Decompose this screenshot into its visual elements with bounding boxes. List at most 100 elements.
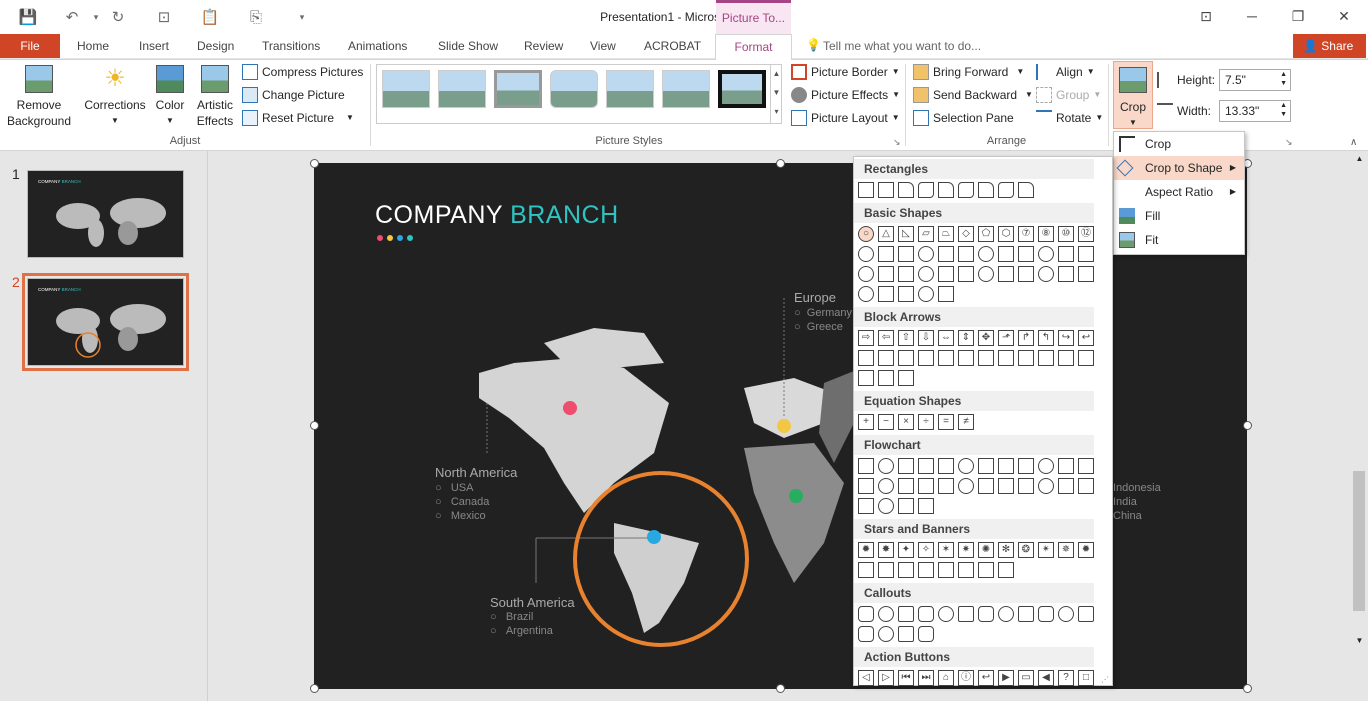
shape-option[interactable] [998,478,1014,494]
shape-option[interactable] [878,246,894,262]
shape-option[interactable] [898,370,914,386]
shape-option[interactable] [898,286,914,302]
picture-border-button[interactable]: Picture Border ▼ [791,62,900,82]
tab-animations[interactable]: Animations [348,34,407,58]
shape-option[interactable] [858,286,874,302]
shape-option[interactable] [978,182,994,198]
shape-option[interactable]: □ [1078,670,1094,686]
shape-option[interactable] [938,266,954,282]
picture-style-2[interactable] [438,70,486,108]
shape-option[interactable] [898,182,914,198]
shape-option[interactable] [1078,606,1094,622]
height-input[interactable]: 7.5" ▲ ▼ [1219,69,1291,91]
shape-option[interactable] [878,458,894,474]
shape-option[interactable] [1038,350,1054,366]
shape-option[interactable] [958,246,974,262]
shape-option[interactable]: ⇩ [918,330,934,346]
tab-insert[interactable]: Insert [139,34,169,58]
shape-option[interactable]: ↪ [1058,330,1074,346]
shape-option[interactable]: ⇧ [898,330,914,346]
shape-option[interactable]: ⬡ [998,226,1014,242]
shape-option[interactable] [958,350,974,366]
compress-pictures-button[interactable]: Compress Pictures [242,62,363,82]
shape-option[interactable]: ↱ [1018,330,1034,346]
shape-option[interactable] [1058,246,1074,262]
shape-option[interactable]: ▶ [998,670,1014,686]
shape-option[interactable] [918,458,934,474]
shape-option[interactable] [1078,266,1094,282]
shape-option[interactable] [1018,350,1034,366]
selection-pane-button[interactable]: Selection Pane [913,108,1014,128]
shape-option[interactable] [1058,458,1074,474]
shape-option[interactable] [918,478,934,494]
shape-option[interactable] [918,350,934,366]
shape-option[interactable]: △ [878,226,894,242]
tab-design[interactable]: Design [197,34,234,58]
shape-option[interactable]: ❂ [1018,542,1034,558]
scroll-thumb[interactable] [1353,471,1365,611]
shape-option[interactable]: ○ [858,226,874,242]
reset-picture-button[interactable]: Reset Picture ▼ [242,108,354,128]
shape-option[interactable] [978,266,994,282]
tab-view[interactable]: View [590,34,616,58]
shape-option[interactable] [858,350,874,366]
shape-option[interactable] [898,498,914,514]
shape-option[interactable] [998,350,1014,366]
shape-option[interactable] [978,562,994,578]
shape-option[interactable] [918,246,934,262]
resize-handle-left[interactable] [310,421,319,430]
rotate-button[interactable]: Rotate ▼ [1036,108,1103,128]
shape-option[interactable]: = [938,414,954,430]
shape-option[interactable]: ⇔ [938,330,954,346]
shape-option[interactable] [858,478,874,494]
dialog-launcher-icon[interactable]: ↘ [893,137,901,148]
picture-style-5[interactable] [606,70,654,108]
shape-option[interactable]: ✻ [998,542,1014,558]
gallery-down-icon[interactable]: ▼ [771,83,782,102]
shape-option[interactable]: ? [1058,670,1074,686]
shape-option[interactable]: ⑫ [1078,226,1094,242]
shape-option[interactable] [1018,478,1034,494]
shape-option[interactable] [918,182,934,198]
shape-option[interactable]: ↩ [978,670,994,686]
shape-option[interactable] [958,182,974,198]
shape-option[interactable]: + [858,414,874,430]
shape-option[interactable]: ⌂ [938,670,954,686]
shape-option[interactable]: ⑧ [1038,226,1054,242]
vertical-scrollbar[interactable]: ▲ ▼ [1351,151,1368,701]
shape-option[interactable] [978,478,994,494]
gallery-scroll[interactable]: ▲ ▼ ▾ [770,64,782,124]
shape-option[interactable] [878,626,894,642]
shape-option[interactable]: ÷ [918,414,934,430]
resize-handle-bottom-right[interactable] [1243,684,1252,693]
shape-option[interactable]: ◁ [858,670,874,686]
share-button[interactable]: 👤 Share [1293,34,1366,58]
shape-option[interactable] [998,246,1014,262]
shape-option[interactable]: ⏭ [918,670,934,686]
shape-option[interactable] [1058,266,1074,282]
shape-option[interactable]: ⬏ [998,330,1014,346]
picture-style-3[interactable] [494,70,542,108]
shape-option[interactable]: ▭ [1018,670,1034,686]
shape-option[interactable] [878,370,894,386]
resize-handle-right[interactable] [1243,421,1252,430]
minimize-icon[interactable]: ─ [1240,8,1264,24]
shape-option[interactable]: ⇦ [878,330,894,346]
shape-option[interactable] [1018,182,1034,198]
shape-option[interactable] [858,266,874,282]
shape-option[interactable]: ✹ [1078,542,1094,558]
tab-format[interactable]: Format [715,34,792,60]
shape-option[interactable] [918,498,934,514]
shape-option[interactable]: ◇ [958,226,974,242]
shape-option[interactable]: ✴ [1038,542,1054,558]
shape-option[interactable] [858,182,874,198]
shape-option[interactable] [898,626,914,642]
shape-option[interactable] [1018,246,1034,262]
shape-option[interactable]: − [878,414,894,430]
shape-option[interactable] [1038,458,1054,474]
resize-handle-top[interactable] [776,159,785,168]
resize-handle-bottom[interactable] [776,684,785,693]
change-picture-button[interactable]: Change Picture [242,85,345,105]
spinner-icon[interactable]: ▲ ▼ [1280,101,1287,119]
shape-option[interactable] [1038,246,1054,262]
